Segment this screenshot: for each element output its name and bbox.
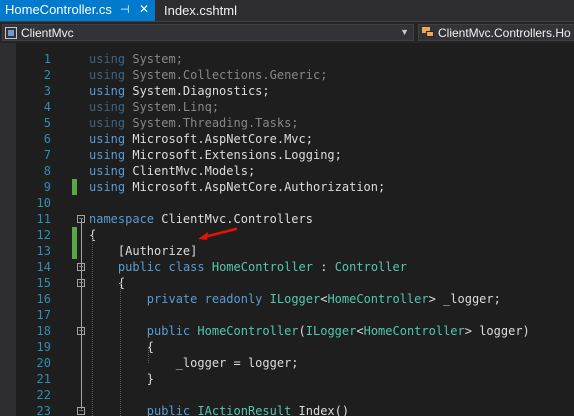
line-number: 9 xyxy=(43,180,51,194)
csharp-project-icon xyxy=(5,26,17,39)
code-line[interactable]: 23− public IActionResult Index() xyxy=(0,403,574,416)
code-line[interactable]: 10 xyxy=(0,195,574,211)
chevron-down-icon: ▼ xyxy=(400,27,409,37)
code-line[interactable]: 18− public HomeController(ILogger<HomeCo… xyxy=(0,323,574,339)
line-number: 18 xyxy=(36,324,51,338)
line-number: 22 xyxy=(36,388,51,402)
code-line[interactable]: 8 using ClientMvc.Models; xyxy=(0,163,574,179)
tab-homecontroller[interactable]: HomeController.cs ⊣ ✕ xyxy=(0,0,155,21)
type-dropdown[interactable]: ClientMvc.Controllers.Ho xyxy=(418,24,574,41)
code-line[interactable]: 6 using Microsoft.AspNetCore.Mvc; xyxy=(0,131,574,147)
code-line[interactable]: 19 { xyxy=(0,339,574,355)
code-line[interactable]: 15− { xyxy=(0,275,574,291)
code-text: using System; xyxy=(89,52,183,66)
code-text: using ClientMvc.Models; xyxy=(89,164,256,178)
code-line[interactable]: 20 _logger = logger; xyxy=(0,355,574,371)
outline-line xyxy=(81,219,82,409)
line-number: 13 xyxy=(36,244,51,258)
code-text: private readonly ILogger<HomeController>… xyxy=(146,292,501,306)
line-number: 5 xyxy=(43,116,51,130)
tab-index-cshtml[interactable]: Index.cshtml xyxy=(156,0,266,21)
line-number: 16 xyxy=(36,292,51,306)
pin-icon[interactable]: ⊣ xyxy=(120,3,130,16)
code-line[interactable]: 9 using Microsoft.AspNetCore.Authorizatio… xyxy=(0,179,574,195)
change-marker xyxy=(72,179,77,195)
code-text: using System.Collections.Generic; xyxy=(89,68,328,82)
code-line[interactable]: 2 using System.Collections.Generic; xyxy=(0,67,574,83)
code-line[interactable]: 17 xyxy=(0,307,574,323)
line-number: 14 xyxy=(36,260,51,274)
line-number: 23 xyxy=(36,404,51,416)
indent-guide xyxy=(120,283,121,416)
line-number: 11 xyxy=(36,212,51,226)
type-label: ClientMvc.Controllers.Ho xyxy=(438,25,571,40)
code-text: public HomeController(ILogger<HomeContro… xyxy=(146,324,530,338)
ide-window: HomeController.cs ⊣ ✕ Index.cshtml Clien… xyxy=(0,0,574,416)
code-line[interactable]: 11−namespace ClientMvc.Controllers xyxy=(0,211,574,227)
code-line[interactable]: 12{ xyxy=(0,227,574,243)
code-text: [Authorize] xyxy=(89,244,198,258)
line-number: 12 xyxy=(36,228,51,242)
code-line[interactable]: 13 [Authorize] xyxy=(0,243,574,259)
change-marker xyxy=(72,243,77,259)
code-line[interactable]: 5 using System.Threading.Tasks; xyxy=(0,115,574,131)
code-line[interactable]: 3 using System.Diagnostics; xyxy=(0,83,574,99)
annotation-arrow xyxy=(198,227,238,240)
line-number: 21 xyxy=(36,372,51,386)
project-label: ClientMvc xyxy=(21,25,74,40)
line-number: 3 xyxy=(43,84,51,98)
line-number: 6 xyxy=(43,132,51,146)
close-icon[interactable]: ✕ xyxy=(139,2,149,16)
code-text: public class HomeController : Controller xyxy=(117,260,407,274)
line-number: 17 xyxy=(36,308,51,322)
change-marker xyxy=(72,227,77,243)
code-line[interactable]: 7 using Microsoft.Extensions.Logging; xyxy=(0,147,574,163)
code-text: using Microsoft.AspNetCore.Mvc; xyxy=(89,132,313,146)
code-line[interactable]: 16 private readonly ILogger<HomeControll… xyxy=(0,291,574,307)
line-number: 20 xyxy=(36,356,51,370)
tab-label: HomeController.cs xyxy=(5,2,112,17)
code-text: using Microsoft.AspNetCore.Authorization… xyxy=(89,180,386,194)
line-number: 7 xyxy=(43,148,51,162)
line-number: 19 xyxy=(36,340,51,354)
line-number: 1 xyxy=(43,52,51,66)
code-text: namespace ClientMvc.Controllers xyxy=(89,212,313,226)
line-number: 10 xyxy=(36,196,51,210)
code-text: public IActionResult Index() xyxy=(146,404,350,416)
code-text: using Microsoft.Extensions.Logging; xyxy=(89,148,342,162)
code-editor[interactable]: 1 using System; 2 using System.Collections.… xyxy=(0,43,574,416)
tab-label: Index.cshtml xyxy=(164,3,237,18)
navigation-bar: ClientMvc ▼ ClientMvc.Controllers.Ho xyxy=(0,21,574,43)
indent-guide xyxy=(92,235,93,416)
indent-guide xyxy=(148,347,149,363)
code-text: using System.Linq; xyxy=(89,100,220,114)
document-tab-bar: HomeController.cs ⊣ ✕ Index.cshtml xyxy=(0,0,574,21)
code-text: using System.Threading.Tasks; xyxy=(89,116,299,130)
code-line[interactable]: 14− public class HomeController : Contro… xyxy=(0,259,574,275)
code-line[interactable]: 22 xyxy=(0,387,574,403)
line-number: 2 xyxy=(43,68,51,82)
line-number: 4 xyxy=(43,100,51,114)
code-text: { xyxy=(89,340,155,354)
class-icon xyxy=(422,27,434,38)
code-text: using System.Diagnostics; xyxy=(89,84,270,98)
code-line[interactable]: 21 } xyxy=(0,371,574,387)
code-text: } xyxy=(89,372,155,386)
line-number: 15 xyxy=(36,276,51,290)
project-dropdown[interactable]: ClientMvc ▼ xyxy=(2,24,414,41)
code-line[interactable]: 1 using System; xyxy=(0,51,574,67)
code-line[interactable]: 4 using System.Linq; xyxy=(0,99,574,115)
line-number: 8 xyxy=(43,164,51,178)
